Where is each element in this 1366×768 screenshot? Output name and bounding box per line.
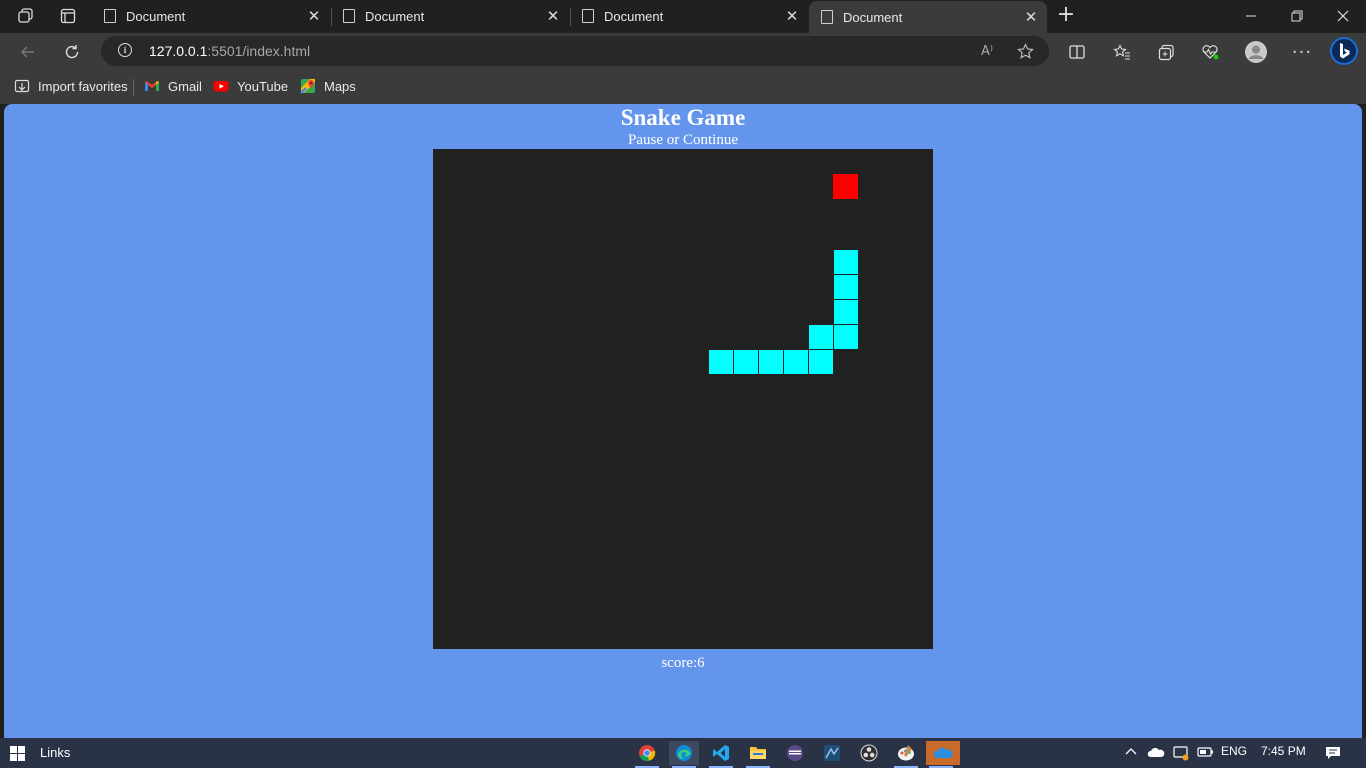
pause-continue-button[interactable]: Pause or Continue	[4, 130, 1362, 150]
favorite-label: Maps	[324, 78, 356, 94]
workspaces-icon[interactable]	[12, 4, 40, 28]
page-content: Snake Game Pause or Continue score:6	[4, 104, 1362, 738]
close-tab-icon[interactable]: ✕	[304, 7, 324, 25]
game-title: Snake Game	[620, 105, 746, 130]
windows-taskbar: Links ENG 7:45 PM	[0, 738, 1366, 768]
snake-segment	[758, 349, 784, 375]
tab-title: Document	[604, 8, 664, 24]
document-icon	[343, 9, 355, 23]
favorite-star-icon[interactable]	[1011, 37, 1039, 65]
onedrive-icon[interactable]	[926, 741, 960, 768]
new-tab-button[interactable]: +	[1054, 3, 1078, 27]
network-icon[interactable]	[1172, 744, 1190, 765]
gmail-icon	[144, 78, 160, 94]
score-display: score:6	[661, 655, 705, 671]
snake-segment	[733, 349, 759, 375]
snake-segment	[833, 274, 859, 300]
document-icon	[821, 10, 833, 24]
tab-document-4-active[interactable]: Document ✕	[809, 1, 1047, 33]
favorite-label: YouTube	[237, 78, 289, 94]
language-indicator[interactable]: ENG	[1221, 744, 1247, 758]
battery-icon[interactable]	[1197, 746, 1215, 761]
browser-essentials-icon[interactable]	[1196, 38, 1224, 66]
split-screen-icon[interactable]	[1063, 38, 1091, 66]
url-host: 127.0.0.1	[149, 43, 208, 59]
snake-segment	[708, 349, 734, 375]
document-icon	[582, 9, 594, 23]
bing-copilot-icon[interactable]	[1328, 35, 1360, 67]
import-icon	[14, 78, 30, 94]
paint-icon[interactable]	[891, 741, 921, 768]
links-toolbar-label[interactable]: Links	[40, 745, 70, 760]
tab-title: Document	[843, 9, 903, 25]
tab-title: Document	[126, 8, 186, 24]
notifications-icon[interactable]	[1325, 745, 1341, 764]
file-explorer-icon[interactable]	[743, 741, 773, 768]
snake-head	[833, 249, 859, 275]
browser-toolbar: i 127.0.0.1:5501/index.html A⁾ ···	[0, 33, 1366, 70]
close-tab-icon[interactable]: ✕	[543, 7, 563, 25]
game-board[interactable]	[433, 149, 933, 649]
document-icon	[104, 9, 116, 23]
back-icon[interactable]	[14, 38, 42, 66]
tab-document-3[interactable]: Document ✕	[570, 0, 808, 32]
tab-document-1[interactable]: Document ✕	[92, 0, 330, 32]
vscode-icon[interactable]	[706, 741, 736, 768]
favorites-icon[interactable]	[1108, 38, 1136, 66]
youtube-icon	[213, 78, 229, 94]
collections-icon[interactable]	[1152, 38, 1180, 66]
maps-icon	[300, 78, 316, 94]
windows-start-icon[interactable]	[10, 746, 25, 761]
chrome-icon[interactable]	[632, 741, 662, 768]
snake-segment	[808, 324, 834, 350]
tab-strip: Document ✕ Document ✕ Document ✕ Documen…	[0, 0, 1366, 33]
address-bar[interactable]: i 127.0.0.1:5501/index.html A⁾	[101, 36, 1049, 66]
close-tab-icon[interactable]: ✕	[782, 7, 802, 25]
restore-button[interactable]	[1274, 0, 1320, 32]
profile-avatar-icon[interactable]	[1242, 38, 1270, 66]
app-icon[interactable]	[780, 741, 810, 765]
food-apple	[833, 174, 858, 199]
obs-icon[interactable]	[854, 741, 884, 765]
read-aloud-icon[interactable]: A⁾	[973, 37, 1001, 65]
snake-segment	[833, 324, 859, 350]
refresh-icon[interactable]	[58, 38, 86, 66]
tray-chevron-up-icon[interactable]	[1124, 745, 1138, 760]
close-tab-icon[interactable]: ✕	[1021, 8, 1041, 26]
favorite-maps[interactable]: Maps	[300, 78, 356, 94]
favorite-import[interactable]: Import favorites	[14, 78, 128, 94]
tab-actions-icon[interactable]	[54, 4, 82, 28]
edge-icon[interactable]	[669, 741, 699, 768]
snake-segment	[783, 349, 809, 375]
clock-time[interactable]: 7:45 PM	[1261, 744, 1306, 758]
favorite-label: Gmail	[168, 78, 202, 94]
minimize-button[interactable]	[1228, 0, 1274, 32]
more-options-icon[interactable]: ···	[1288, 38, 1316, 66]
app-icon[interactable]	[817, 741, 847, 765]
favorite-gmail[interactable]: Gmail	[144, 78, 202, 94]
snake-segment	[808, 349, 834, 375]
favorites-bar: Import favorites Gmail YouTube Maps	[0, 70, 1366, 104]
snake-segment	[833, 299, 859, 325]
site-info-icon[interactable]: i	[118, 43, 132, 57]
url-text[interactable]: 127.0.0.1:5501/index.html	[149, 43, 310, 59]
favorite-youtube[interactable]: YouTube	[213, 78, 288, 94]
onedrive-tray-icon[interactable]	[1147, 746, 1165, 761]
close-window-button[interactable]	[1320, 0, 1366, 32]
tab-title: Document	[365, 8, 425, 24]
url-path: :5501/index.html	[207, 43, 311, 59]
tab-document-2[interactable]: Document ✕	[331, 0, 569, 32]
favorite-label: Import favorites	[38, 78, 128, 94]
